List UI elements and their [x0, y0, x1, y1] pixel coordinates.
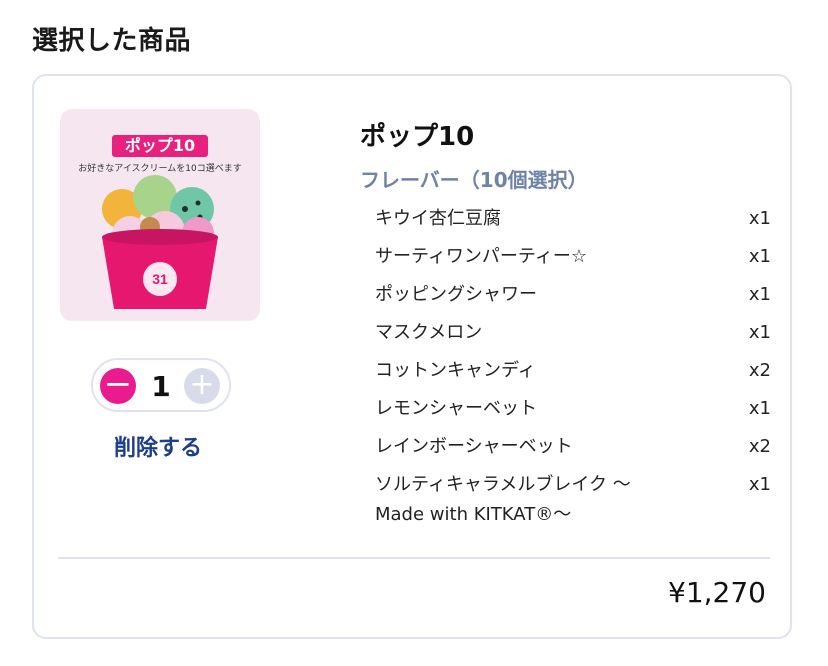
flavor-name: レモンシャーベット [375, 398, 537, 419]
flavor-item: ポッピングシャワー x1 [375, 276, 771, 314]
divider [58, 557, 770, 559]
flavor-item: レモンシャーベット x1 [375, 390, 771, 428]
flavor-count: x2 [748, 436, 771, 457]
page-title: 選択した商品 [32, 26, 192, 56]
flavor-name: ソルティキャラメルブレイク 〜Made with KITKAT®〜 [375, 474, 631, 525]
flavor-item: マスクメロン x1 [375, 314, 771, 352]
flavor-list: キウイ杏仁豆腐 x1 サーティワンパーティー☆ x1 ポッピングシャワー x1 … [375, 200, 771, 526]
item-price: ¥1,270 [668, 576, 766, 609]
product-name: ポップ10 [360, 122, 475, 152]
flavor-item: レインボーシャーベット x2 [375, 428, 771, 466]
selected-product-card: ポップ10 お好きなアイスクリームを10コ選べます 31 − 1 + 削除する … [32, 74, 792, 639]
flavor-name: キウイ杏仁豆腐 [375, 208, 501, 229]
plus-icon: + [189, 367, 215, 402]
flavor-count: x1 [748, 322, 771, 343]
increase-quantity-button[interactable]: + [184, 368, 220, 404]
flavor-count: x1 [748, 208, 771, 229]
flavor-name: サーティワンパーティー☆ [375, 246, 587, 267]
quantity-stepper: − 1 + [91, 358, 231, 412]
flavor-item: コットンキャンディ x2 [375, 352, 771, 390]
flavor-item: キウイ杏仁豆腐 x1 [375, 200, 771, 238]
flavor-count: x1 [748, 246, 771, 267]
flavor-name: ポッピングシャワー [375, 284, 537, 305]
baskin-robbins-logo: 31 [143, 262, 177, 296]
flavor-heading: フレーバー（10個選択） [360, 168, 588, 192]
flavor-name: マスクメロン [375, 322, 483, 343]
flavor-count: x1 [748, 474, 771, 495]
flavor-name: レインボーシャーベット [375, 436, 573, 457]
flavor-count: x1 [748, 398, 771, 419]
flavor-item: サーティワンパーティー☆ x1 [375, 238, 771, 276]
flavor-name: コットンキャンディ [375, 360, 536, 381]
remove-item-link[interactable]: 削除する [114, 430, 202, 462]
flavor-item: ソルティキャラメルブレイク 〜Made with KITKAT®〜 x1 [375, 466, 771, 526]
flavor-count: x1 [748, 284, 771, 305]
product-image: ポップ10 お好きなアイスクリームを10コ選べます 31 [60, 109, 260, 321]
svg-text:31: 31 [152, 271, 168, 287]
flavor-count: x2 [748, 360, 771, 381]
